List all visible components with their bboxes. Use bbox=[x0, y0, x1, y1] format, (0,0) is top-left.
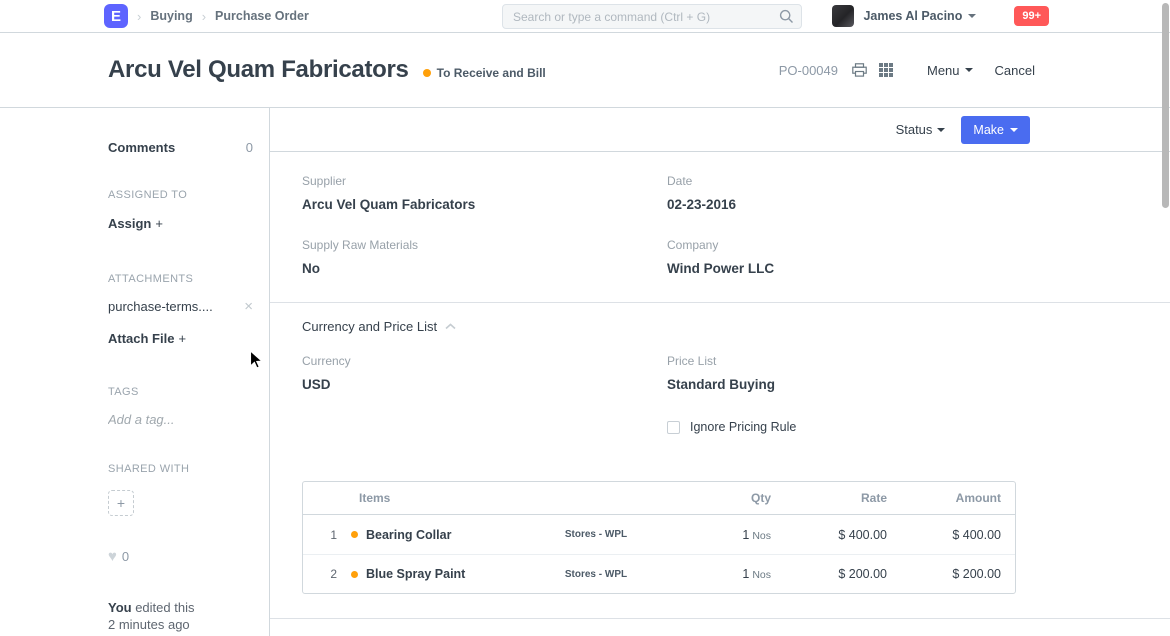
item-amount: $ 400.00 bbox=[887, 528, 1015, 542]
price-list-label: Price List bbox=[667, 354, 1016, 368]
avatar[interactable] bbox=[832, 5, 854, 27]
currency-label: Currency bbox=[302, 354, 651, 368]
item-rate: $ 200.00 bbox=[771, 567, 887, 581]
assigned-to-heading: ASSIGNED TO bbox=[108, 189, 253, 201]
comments-link[interactable]: Comments bbox=[108, 140, 175, 155]
chevron-down-icon bbox=[1010, 128, 1018, 132]
supply-raw-materials-label: Supply Raw Materials bbox=[302, 238, 651, 252]
currency-value[interactable]: USD bbox=[302, 377, 651, 392]
items-table-header: Items Qty Rate Amount bbox=[303, 482, 1015, 515]
assign-button[interactable]: Assign bbox=[108, 216, 151, 231]
share-add-button[interactable]: + bbox=[108, 490, 134, 516]
chevron-down-icon bbox=[937, 128, 945, 132]
item-rate: $ 400.00 bbox=[771, 528, 887, 542]
items-table: Items Qty Rate Amount 1 Bearing Collar S… bbox=[302, 481, 1016, 594]
item-name[interactable]: Bearing Collar bbox=[366, 528, 451, 542]
make-dropdown[interactable]: Make bbox=[961, 116, 1030, 144]
cancel-button[interactable]: Cancel bbox=[995, 63, 1035, 78]
row-index: 1 bbox=[303, 528, 349, 542]
item-name[interactable]: Blue Spray Paint bbox=[366, 567, 465, 581]
currency-section-title[interactable]: Currency and Price List bbox=[302, 319, 437, 334]
chevron-right-icon: › bbox=[202, 9, 206, 24]
document-id: PO-00049 bbox=[779, 63, 838, 78]
item-warehouse: Stores - WPL bbox=[521, 529, 671, 540]
status-dropdown[interactable]: Status bbox=[896, 122, 946, 137]
heart-icon[interactable]: ♥ bbox=[108, 548, 117, 565]
price-list-value[interactable]: Standard Buying bbox=[667, 377, 1016, 392]
attachment-link[interactable]: purchase-terms.... bbox=[108, 299, 213, 314]
grid-view-icon[interactable] bbox=[879, 63, 893, 77]
document-toolbar: Status Make bbox=[270, 108, 1170, 152]
item-qty: 1Nos bbox=[671, 567, 771, 581]
item-status-dot-icon bbox=[351, 531, 358, 538]
search-input[interactable] bbox=[502, 4, 802, 29]
search-icon bbox=[779, 9, 794, 24]
supply-raw-materials-value[interactable]: No bbox=[302, 261, 651, 276]
breadcrumb-buying[interactable]: Buying bbox=[150, 9, 192, 23]
attachments-heading: ATTACHMENTS bbox=[108, 273, 253, 285]
table-row[interactable]: 1 Bearing Collar Stores - WPL 1Nos $ 400… bbox=[303, 515, 1015, 554]
supplier-label: Supplier bbox=[302, 174, 651, 188]
section-details: Supplier Arcu Vel Quam Fabricators Date … bbox=[302, 152, 1016, 302]
date-value[interactable]: 02-23-2016 bbox=[667, 197, 1016, 212]
date-label: Date bbox=[667, 174, 1016, 188]
col-qty: Qty bbox=[671, 491, 771, 505]
status-indicator: To Receive and Bill bbox=[423, 66, 546, 80]
scrollbar[interactable] bbox=[1162, 3, 1169, 208]
notifications-badge[interactable]: 99+ bbox=[1014, 6, 1049, 26]
page-head: Arcu Vel Quam Fabricators To Receive and… bbox=[0, 33, 1170, 108]
plus-icon[interactable]: + bbox=[178, 331, 186, 346]
company-value[interactable]: Wind Power LLC bbox=[667, 261, 1016, 276]
chevron-down-icon bbox=[965, 68, 973, 72]
print-icon[interactable] bbox=[852, 63, 867, 77]
col-amount: Amount bbox=[887, 491, 1015, 505]
global-search bbox=[502, 4, 802, 29]
chevron-down-icon bbox=[968, 14, 976, 18]
activity-edited: You edited this 2 minutes ago bbox=[108, 599, 253, 633]
item-warehouse: Stores - WPL bbox=[521, 569, 671, 580]
ignore-pricing-rule-checkbox[interactable] bbox=[667, 421, 680, 434]
chevron-right-icon: › bbox=[137, 9, 141, 24]
add-tag-input[interactable] bbox=[108, 412, 248, 427]
row-index: 2 bbox=[303, 567, 349, 581]
supplier-value[interactable]: Arcu Vel Quam Fabricators bbox=[302, 197, 651, 212]
likes-count: 0 bbox=[122, 549, 129, 564]
table-row[interactable]: 2 Blue Spray Paint Stores - WPL 1Nos $ 2… bbox=[303, 554, 1015, 593]
form-main: Status Make Supplier Arcu Vel Quam Fabri… bbox=[270, 108, 1170, 636]
menu-button[interactable]: Menu bbox=[927, 63, 973, 78]
remove-attachment-icon[interactable]: × bbox=[244, 298, 253, 315]
page-title: Arcu Vel Quam Fabricators bbox=[108, 56, 409, 84]
comments-count: 0 bbox=[246, 140, 253, 155]
plus-icon[interactable]: + bbox=[155, 216, 163, 231]
section-currency-pricing: Currency and Price List Currency USD Pri… bbox=[302, 303, 1016, 434]
col-rate: Rate bbox=[771, 491, 887, 505]
ignore-pricing-rule-label: Ignore Pricing Rule bbox=[690, 420, 796, 434]
col-items: Items bbox=[349, 491, 521, 505]
form-sidebar: Comments 0 ASSIGNED TO Assign + ATTACHMEN… bbox=[0, 108, 270, 636]
item-amount: $ 200.00 bbox=[887, 567, 1015, 581]
chevron-up-icon[interactable] bbox=[445, 323, 456, 330]
app-logo[interactable]: E bbox=[104, 4, 128, 28]
company-label: Company bbox=[667, 238, 1016, 252]
breadcrumb-purchase-order[interactable]: Purchase Order bbox=[215, 9, 309, 23]
status-dot-icon bbox=[423, 69, 431, 77]
item-status-dot-icon bbox=[351, 571, 358, 578]
item-qty: 1Nos bbox=[671, 528, 771, 542]
top-navbar: E › Buying › Purchase Order James Al Pac… bbox=[0, 0, 1170, 33]
shared-with-heading: SHARED WITH bbox=[108, 463, 253, 475]
status-text: To Receive and Bill bbox=[437, 66, 546, 80]
attach-file-button[interactable]: Attach File bbox=[108, 331, 174, 346]
tags-heading: TAGS bbox=[108, 386, 253, 398]
user-menu[interactable]: James Al Pacino bbox=[863, 9, 962, 23]
